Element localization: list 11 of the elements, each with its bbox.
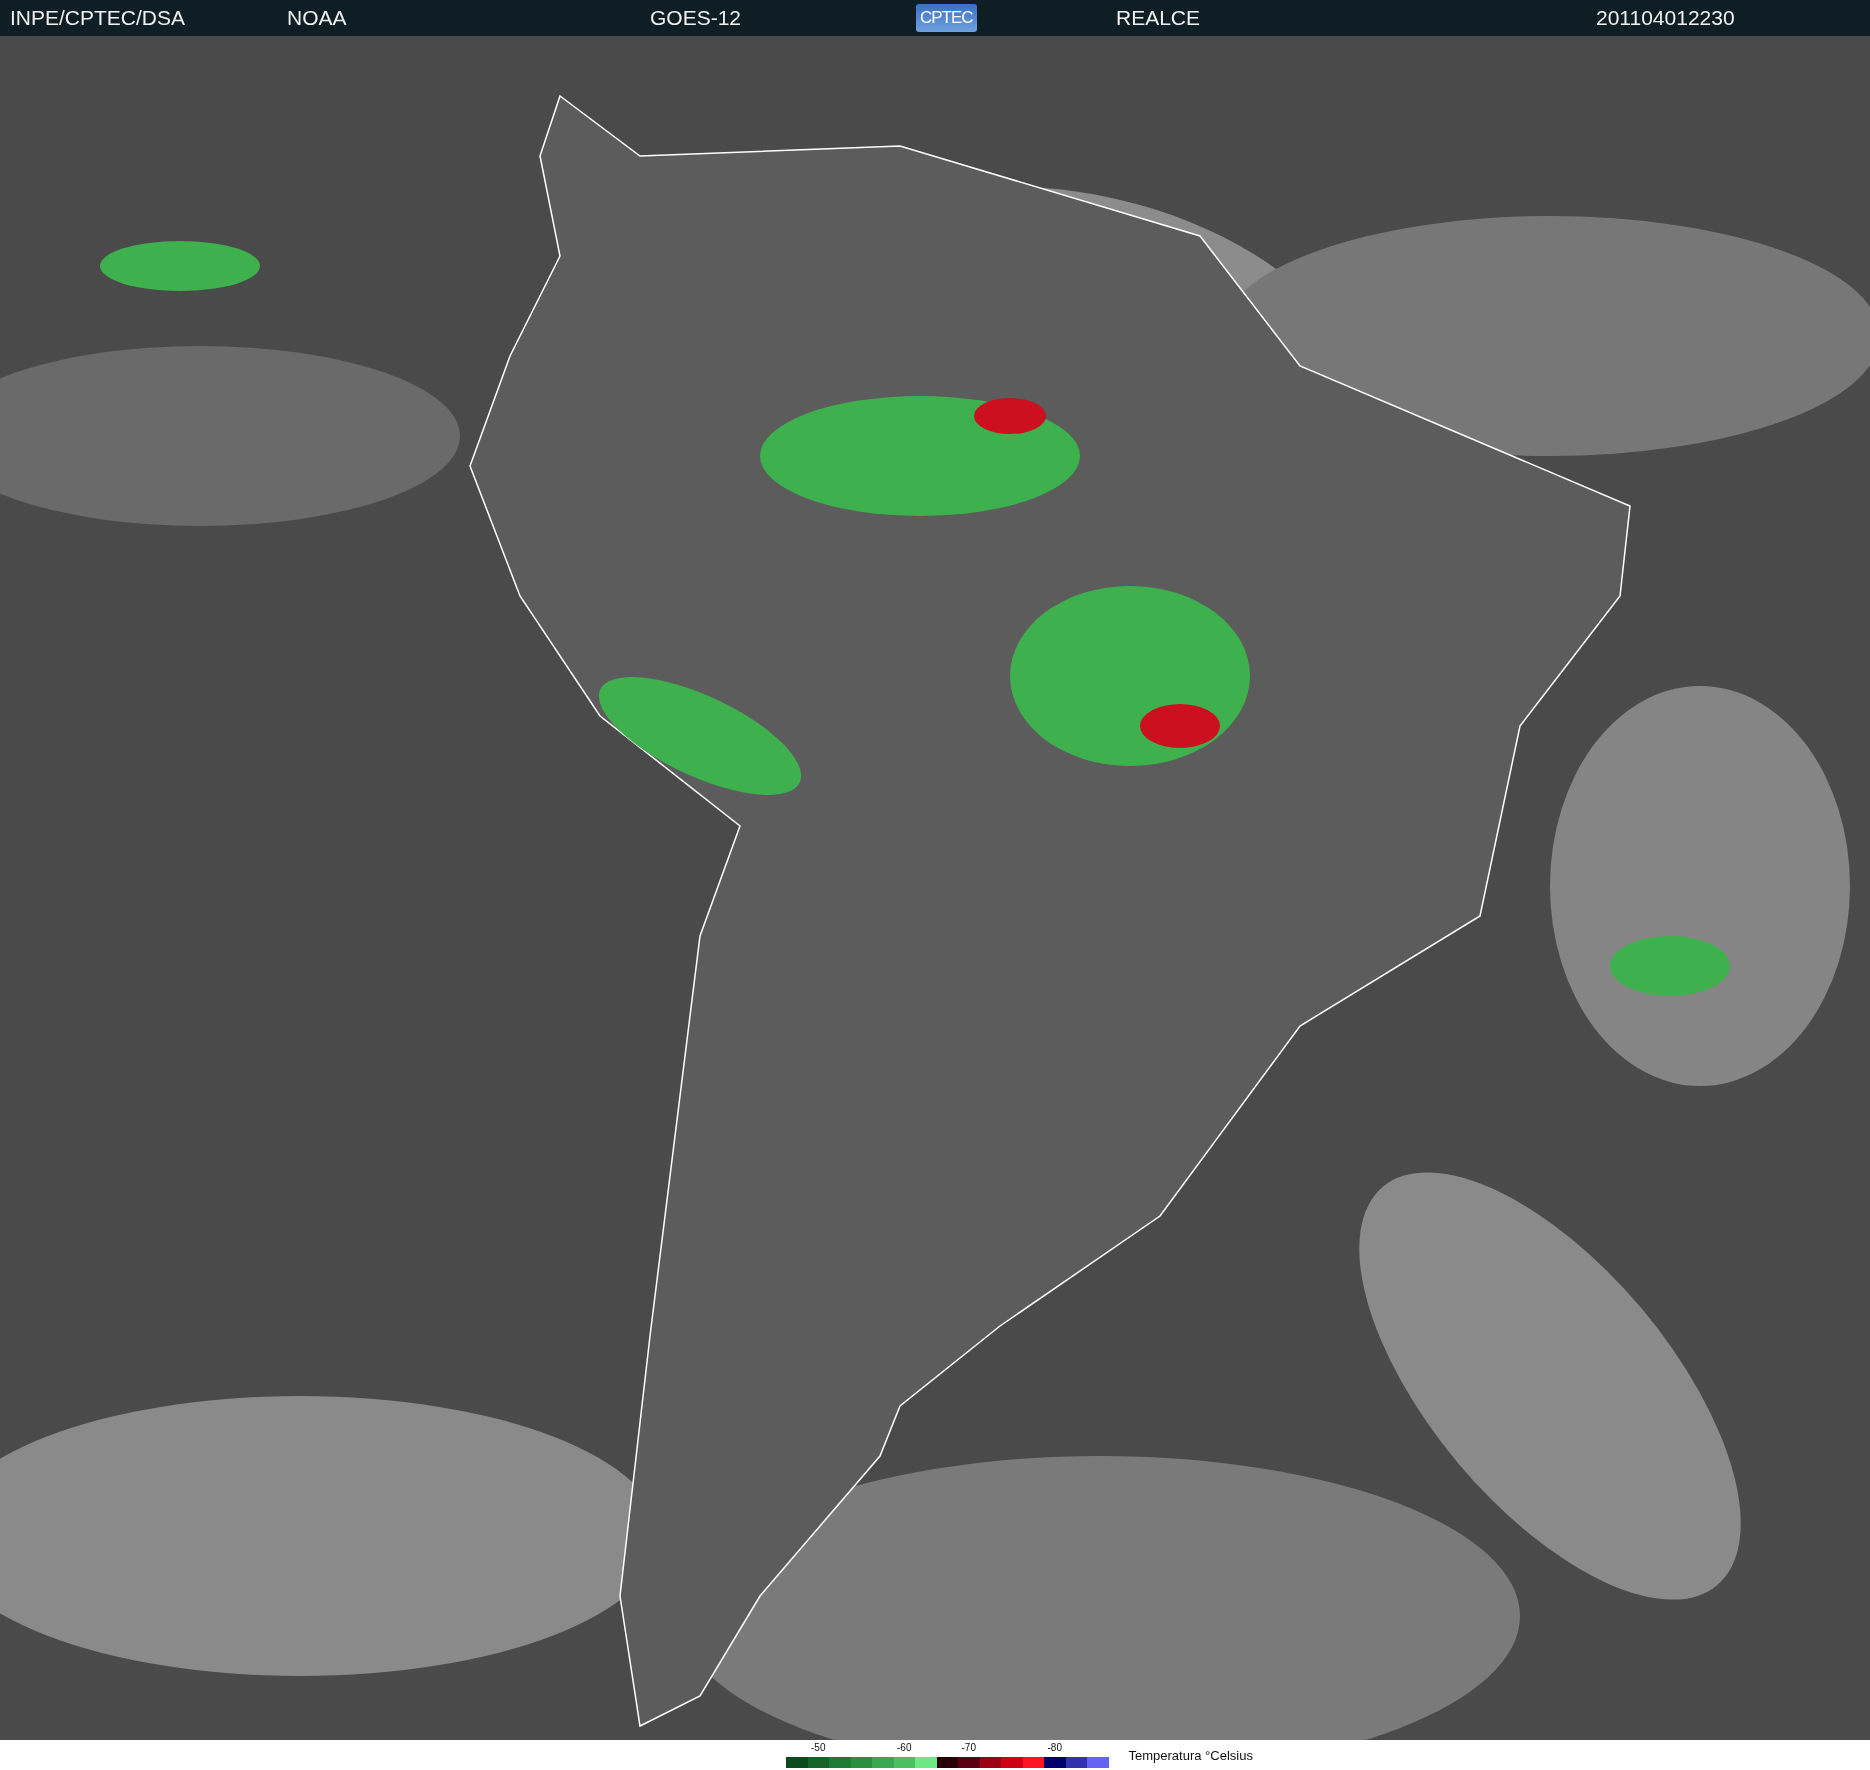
timestamp-label: 201104012230: [1596, 6, 1735, 30]
product-label: REALCE: [1116, 6, 1202, 30]
satellite-label: GOES-12: [650, 6, 743, 30]
scale-tick-label: -70: [961, 1742, 976, 1753]
agency-label: NOAA: [287, 6, 348, 30]
scale-tick-label: -80: [1047, 1742, 1062, 1753]
source-label: INPE/CPTEC/DSA: [10, 6, 187, 30]
legend-title: Temperatura °Celsius: [1128, 1747, 1253, 1763]
scale-tick-label: -50: [811, 1742, 826, 1753]
logo: CPTEC: [916, 4, 977, 32]
scale-tick-label: -60: [897, 1742, 912, 1753]
